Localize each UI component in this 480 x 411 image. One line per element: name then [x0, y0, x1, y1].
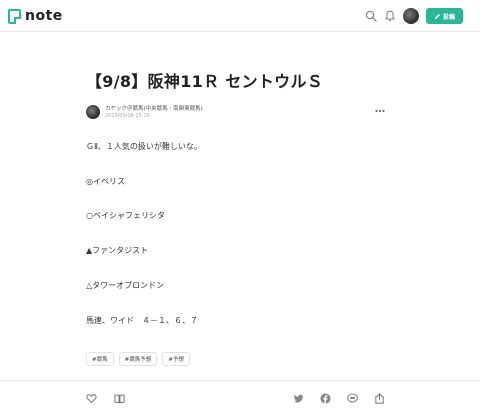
hashtag[interactable]: #予想 — [162, 352, 190, 366]
pen-icon — [434, 13, 440, 19]
article-line: ＧⅡ、１人気の扱いが難しいな。 — [86, 142, 202, 151]
hashtag[interactable]: #競馬 — [86, 352, 114, 366]
heart-icon[interactable] — [86, 393, 97, 404]
facebook-icon[interactable] — [320, 393, 331, 404]
article-line: △タワーオブロンドン — [86, 281, 165, 290]
author-avatar[interactable] — [86, 105, 100, 119]
logo-text: note — [25, 8, 63, 24]
more-options-icon[interactable] — [375, 109, 385, 113]
article-line: ▲ファンタジスト — [86, 246, 149, 255]
share-icon[interactable] — [374, 393, 385, 404]
article-title: 【9/8】阪神11Ｒ セントウルＳ — [86, 72, 324, 91]
post-button[interactable]: 投稿 — [426, 8, 463, 24]
article-date: 2019/09/08 15:19 — [105, 113, 150, 119]
avatar[interactable] — [403, 8, 419, 24]
magazine-icon[interactable] — [114, 393, 125, 404]
twitter-icon[interactable] — [293, 393, 304, 404]
action-bar — [0, 380, 480, 411]
article-line: ◎イベリス — [86, 177, 125, 186]
search-icon[interactable] — [365, 10, 377, 22]
author-name[interactable]: カヤック＠競馬(中央競馬・南関東競馬) — [105, 104, 203, 112]
note-logo[interactable]: note — [8, 7, 63, 25]
article-line: 馬連、ワイド ４－１、６、７ — [86, 316, 198, 325]
top-header: note 投稿 — [0, 0, 480, 32]
hashtag[interactable]: #競馬予想 — [118, 352, 158, 366]
line-icon[interactable] — [347, 393, 358, 404]
bell-icon[interactable] — [384, 10, 396, 22]
article-line: ○ペイシャフェリシタ — [86, 211, 165, 220]
post-button-label: 投稿 — [442, 13, 455, 21]
note-logo-icon — [8, 8, 21, 24]
hashtag-list: #競馬 #競馬予想 #予想 — [86, 352, 190, 366]
